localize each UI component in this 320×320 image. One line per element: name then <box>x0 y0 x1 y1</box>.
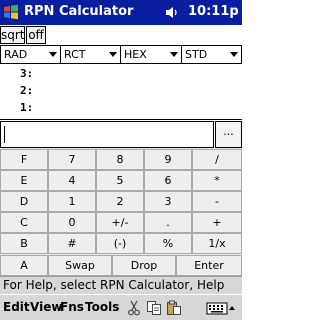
key-subtract[interactable]: - <box>192 191 242 212</box>
key-hash[interactable]: # <box>48 233 96 254</box>
key-0[interactable]: 0 <box>48 212 96 233</box>
app-title: RPN Calculator <box>24 4 134 19</box>
mode-toolbar: sqrt off <box>0 25 242 45</box>
base-mode-value: HEX <box>124 48 147 61</box>
stack-label: 1: <box>20 101 34 114</box>
sqrt-button[interactable]: sqrt <box>0 26 25 44</box>
format-mode-value: STD <box>185 48 208 61</box>
key-negative[interactable]: (-) <box>96 233 144 254</box>
key-9[interactable]: 9 <box>144 149 192 170</box>
base-mode-select[interactable]: HEX <box>120 45 182 64</box>
windows-start-icon[interactable] <box>2 3 20 21</box>
chevron-down-icon <box>49 52 57 57</box>
paste-icon[interactable] <box>166 300 182 316</box>
stack-label: 2: <box>20 84 34 97</box>
key-6[interactable]: 6 <box>144 170 192 191</box>
menu-bar: Edit View Fns Tools <box>0 294 242 320</box>
key-multiply[interactable]: * <box>192 170 242 191</box>
title-bar: RPN Calculator 10:11p <box>0 0 242 25</box>
key-5[interactable]: 5 <box>96 170 144 191</box>
key-negate[interactable]: +/- <box>96 212 144 233</box>
key-2[interactable]: 2 <box>96 191 144 212</box>
enter-button[interactable]: Enter <box>176 255 242 276</box>
key-3[interactable]: 3 <box>144 191 192 212</box>
key-7[interactable]: 7 <box>48 149 96 170</box>
off-button[interactable]: off <box>26 26 46 44</box>
key-4[interactable]: 4 <box>48 170 96 191</box>
stack-level-1: 1: <box>20 101 33 114</box>
key-percent[interactable]: % <box>144 233 192 254</box>
chevron-down-icon <box>109 52 117 57</box>
key-a[interactable]: A <box>0 255 48 276</box>
keypad: F 7 8 9 / E 4 5 6 * D 1 2 3 - C 0 +/- . … <box>0 148 242 276</box>
menu-tools[interactable]: Tools <box>85 300 119 314</box>
key-b[interactable]: B <box>0 233 48 254</box>
format-mode-select[interactable]: STD <box>181 45 242 64</box>
key-f[interactable]: F <box>0 149 48 170</box>
key-1[interactable]: 1 <box>48 191 96 212</box>
key-divide[interactable]: / <box>192 149 242 170</box>
key-add[interactable]: + <box>192 212 242 233</box>
keyboard-icon[interactable] <box>206 300 228 316</box>
sip-toggle-icon[interactable] <box>229 306 235 310</box>
menu-edit[interactable]: Edit <box>3 300 30 314</box>
key-d[interactable]: D <box>0 191 48 212</box>
settings-selects: RAD RCT HEX STD <box>0 45 242 64</box>
key-e[interactable]: E <box>0 170 48 191</box>
coords-mode-value: RCT <box>64 48 86 61</box>
stack-display: 3: 2: 1: <box>0 64 242 120</box>
text-cursor <box>4 126 5 143</box>
swap-button[interactable]: Swap <box>48 255 112 276</box>
help-hint: For Help, select RPN Calculator, Help <box>0 276 242 294</box>
stack-level-3: 3: <box>20 67 33 80</box>
clock[interactable]: 10:11p <box>188 4 239 19</box>
angle-mode-value: RAD <box>4 48 28 61</box>
drop-button[interactable]: Drop <box>112 255 176 276</box>
chevron-down-icon <box>170 52 178 57</box>
key-reciprocal[interactable]: 1/x <box>192 233 242 254</box>
chevron-down-icon <box>230 52 238 57</box>
stack-level-2: 2: <box>20 84 33 97</box>
more-button[interactable]: ... <box>215 121 242 148</box>
key-c[interactable]: C <box>0 212 48 233</box>
key-decimal[interactable]: . <box>144 212 192 233</box>
menu-fns[interactable]: Fns <box>60 300 84 314</box>
stack-label: 3: <box>20 67 34 80</box>
key-8[interactable]: 8 <box>96 149 144 170</box>
coords-mode-select[interactable]: RCT <box>60 45 121 64</box>
cut-icon[interactable] <box>126 300 142 316</box>
speaker-icon[interactable] <box>165 6 179 19</box>
menu-view[interactable]: View <box>30 300 62 314</box>
angle-mode-select[interactable]: RAD <box>0 45 61 64</box>
entry-input[interactable] <box>0 121 214 148</box>
copy-icon[interactable] <box>146 300 162 316</box>
